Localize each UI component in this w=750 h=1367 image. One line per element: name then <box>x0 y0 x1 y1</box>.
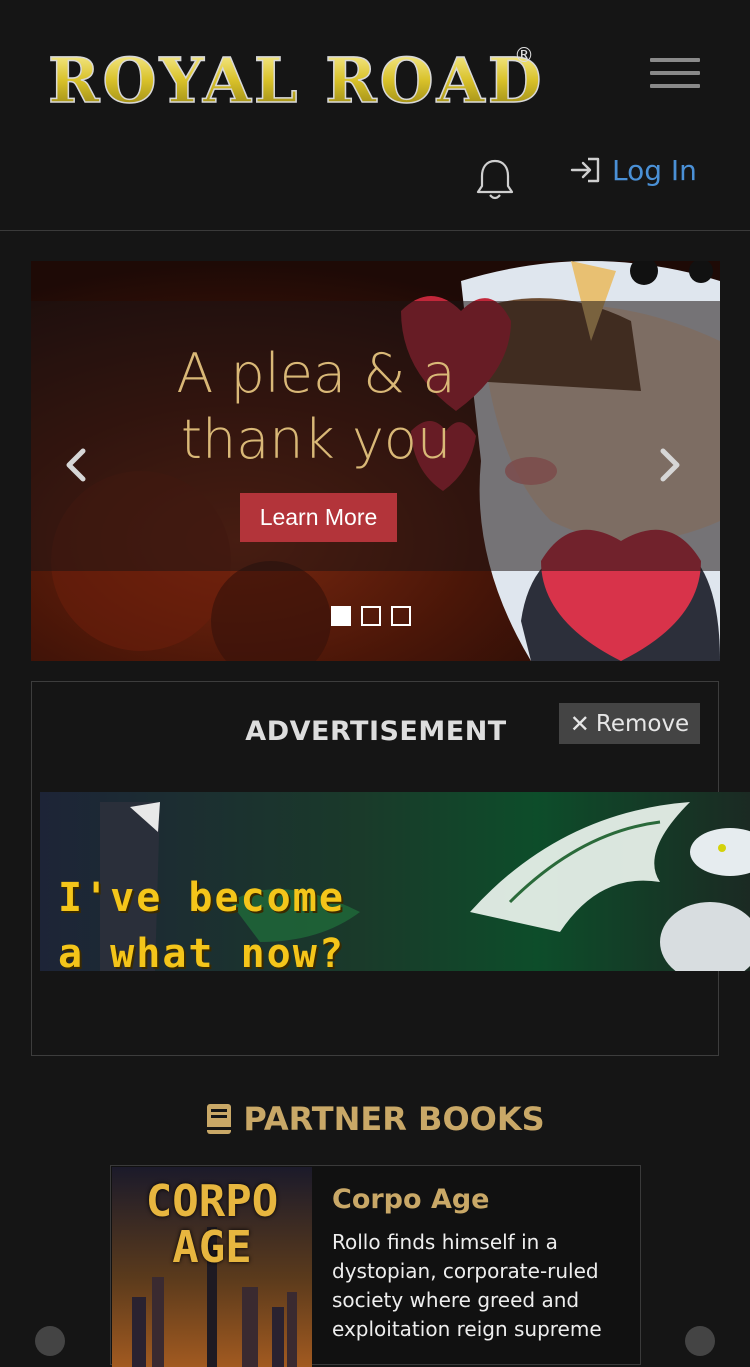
registered-mark: ® <box>514 43 534 67</box>
sign-in-icon <box>570 157 600 183</box>
site-header: ROYAL ROAD ® Log In <box>0 0 750 231</box>
notification-bell-icon[interactable] <box>474 156 516 202</box>
book-cover-title: CORPO AGE <box>112 1179 312 1271</box>
carousel-indicators <box>331 606 411 626</box>
partner-prev-button[interactable] <box>35 1326 65 1356</box>
ad-banner-text: I've become a what now? <box>58 870 345 971</box>
royal-road-logo[interactable]: ROYAL ROAD ® <box>44 36 544 116</box>
cover-line-1: CORPO <box>145 1176 279 1227</box>
book-cover[interactable]: CORPO AGE <box>112 1167 312 1367</box>
chevron-right-icon[interactable] <box>655 445 685 485</box>
carousel-indicator-3[interactable] <box>391 606 411 626</box>
carousel-indicator-2[interactable] <box>361 606 381 626</box>
slide-title: A plea & a thank you <box>176 342 456 471</box>
remove-ad-button[interactable]: ✕ Remove <box>559 703 700 744</box>
book-icon <box>207 1104 232 1134</box>
ad-banner-line-1: I've become <box>58 875 345 921</box>
chevron-left-icon[interactable] <box>61 445 91 485</box>
featured-carousel[interactable]: A plea & a thank you Learn More <box>31 261 720 661</box>
ad-banner[interactable]: I've become a what now? <box>40 792 750 971</box>
ad-banner-line-2: a what now? <box>58 931 345 971</box>
book-description: Rollo finds himself in a dystopian, corp… <box>332 1230 602 1341</box>
login-label: Log In <box>612 153 697 187</box>
carousel-indicator-1[interactable] <box>331 606 351 626</box>
partner-books-heading: PARTNER BOOKS <box>0 1100 750 1138</box>
hamburger-menu-icon[interactable] <box>650 58 700 96</box>
login-link[interactable]: Log In <box>570 150 697 190</box>
logo-text: ROYAL ROAD <box>48 44 544 116</box>
partner-book-card[interactable]: CORPO AGE Corpo Age Rollo finds himself … <box>110 1165 641 1367</box>
learn-more-button[interactable]: Learn More <box>240 493 397 542</box>
partner-next-button[interactable] <box>685 1326 715 1356</box>
close-icon: ✕ <box>569 709 590 738</box>
book-title[interactable]: Corpo Age <box>332 1184 490 1215</box>
remove-label: Remove <box>595 710 690 737</box>
partner-books-title: PARTNER BOOKS <box>243 1100 545 1138</box>
cover-line-2: AGE <box>172 1222 252 1273</box>
